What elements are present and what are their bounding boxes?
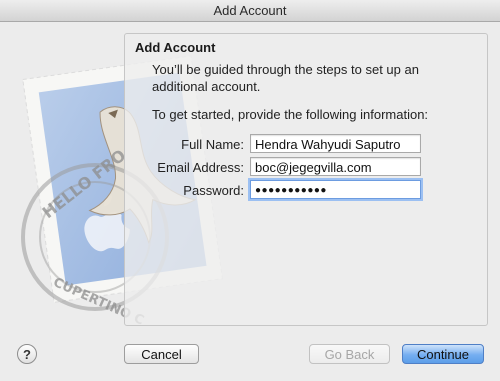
help-button[interactable]: ? <box>17 344 37 364</box>
intro-text: You’ll be guided through the steps to se… <box>152 62 419 94</box>
instructions-text: To get started, provide the following in… <box>152 107 429 122</box>
panel-title: Add Account <box>135 40 216 55</box>
password-field[interactable]: ●●●●●●●●●●● <box>250 180 421 199</box>
email-label: Email Address: <box>157 160 244 175</box>
email-field[interactable]: boc@jegegvilla.com <box>250 157 421 176</box>
password-label: Password: <box>183 183 244 198</box>
window-titlebar: Add Account <box>0 0 500 22</box>
full-name-label: Full Name: <box>181 137 244 152</box>
continue-button[interactable]: Continue <box>402 344 484 364</box>
cancel-button[interactable]: Cancel <box>124 344 199 364</box>
window-title: Add Account <box>213 3 287 18</box>
full-name-field[interactable]: Hendra Wahyudi Saputro <box>250 134 421 153</box>
go-back-button[interactable]: Go Back <box>309 344 390 364</box>
